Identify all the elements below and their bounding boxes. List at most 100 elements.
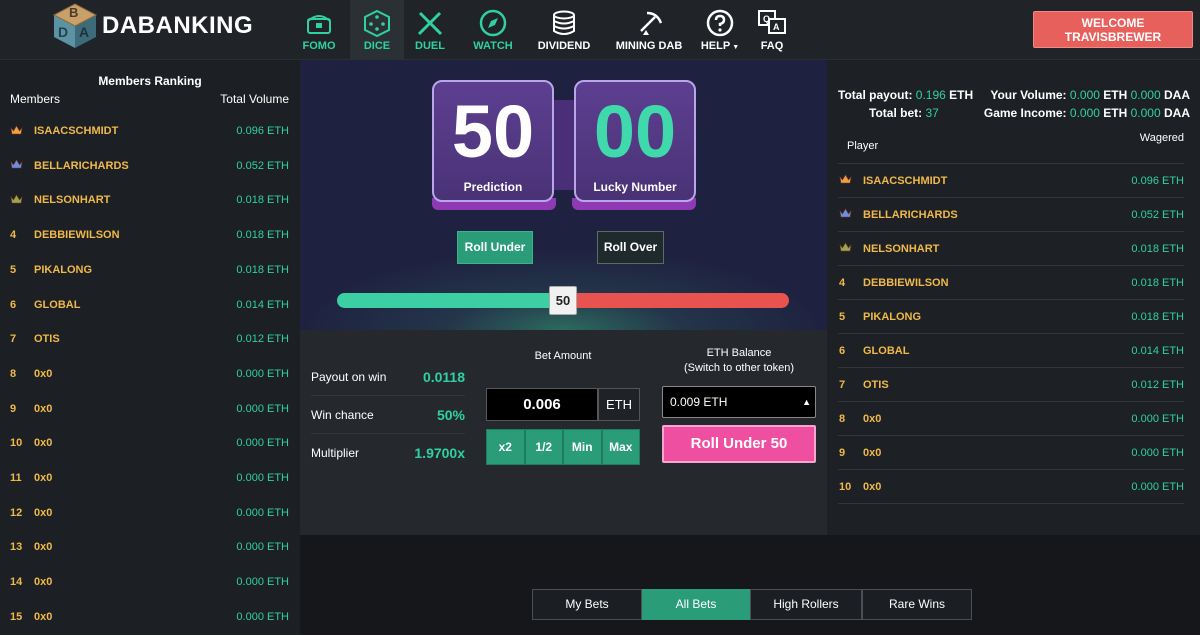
nav-help[interactable]: HELP ▼ bbox=[696, 0, 744, 60]
volume-value: 0.000 ETH bbox=[236, 506, 289, 519]
nav-duel[interactable]: DUEL bbox=[408, 0, 452, 60]
win-chance-row: Win chance 50% bbox=[311, 396, 465, 434]
player-name[interactable]: DEBBIEWILSON bbox=[34, 229, 236, 241]
half-bet-button[interactable]: 1/2 bbox=[524, 429, 563, 465]
bet-amount-input[interactable]: 0.006 bbox=[486, 388, 598, 421]
volume-value: 0.096 ETH bbox=[236, 125, 289, 137]
balance-label: ETH Balance (Switch to other token) bbox=[683, 347, 795, 374]
rank-number: 7 bbox=[10, 333, 17, 346]
player-name[interactable]: GLOBAL bbox=[863, 345, 1131, 357]
rank-number: 4 bbox=[839, 276, 846, 289]
player-name[interactable]: ISAACSCHMIDT bbox=[863, 175, 1131, 187]
tab-all-bets[interactable]: All Bets bbox=[642, 589, 750, 620]
ranking-row[interactable]: 13 0x0 0.000 ETH bbox=[10, 530, 289, 564]
ranking-row[interactable]: 10 0x0 0.000 ETH bbox=[10, 426, 289, 460]
player-name[interactable]: DEBBIEWILSON bbox=[863, 277, 1131, 289]
rank-number: 11 bbox=[10, 472, 22, 484]
brand-logo[interactable]: B D A DABANKING bbox=[52, 2, 253, 50]
ranking-row[interactable]: 12 0x0 0.000 ETH bbox=[10, 496, 289, 530]
win-chance-value: 50% bbox=[436, 406, 465, 423]
ranking-row[interactable]: 6 GLOBAL 0.014 ETH bbox=[838, 334, 1184, 368]
nav-dice[interactable]: DICE bbox=[350, 0, 404, 60]
player-name[interactable]: OTIS bbox=[863, 379, 1131, 391]
ranking-row[interactable]: NELSONHART 0.018 ETH bbox=[10, 183, 289, 217]
player-name[interactable]: 0x0 bbox=[34, 611, 236, 623]
prediction-label: Prediction bbox=[463, 180, 523, 194]
ranking-row[interactable]: 5 PIKALONG 0.018 ETH bbox=[10, 253, 289, 287]
ranking-row[interactable]: 8 0x0 0.000 ETH bbox=[838, 402, 1184, 436]
token-balance-select[interactable]: 0.009 ETH ▲ bbox=[662, 386, 816, 418]
ranking-row[interactable]: BELLARICHARDS 0.052 ETH bbox=[838, 198, 1184, 232]
lucky-number-label: Lucky Number bbox=[593, 180, 677, 194]
main-nav: FOMO DICE DUEL WATCH DIVIDEND MINING DAB… bbox=[296, 0, 792, 60]
rank-number: 4 bbox=[10, 229, 17, 242]
player-name[interactable]: PIKALONG bbox=[34, 264, 236, 276]
player-name[interactable]: 0x0 bbox=[34, 472, 236, 484]
prediction-slider-handle[interactable]: 50 bbox=[549, 286, 577, 315]
rank-number: 5 bbox=[10, 263, 17, 276]
tab-my-bets[interactable]: My Bets bbox=[532, 589, 642, 620]
nav-watch[interactable]: WATCH bbox=[468, 0, 518, 60]
player-name[interactable]: 0x0 bbox=[34, 576, 236, 588]
members-ranking-panel: Members Ranking Members Total Volume ISA… bbox=[0, 60, 300, 635]
roll-submit-button[interactable]: Roll Under 50 bbox=[662, 425, 816, 463]
player-name[interactable]: BELLARICHARDS bbox=[34, 160, 236, 172]
min-bet-button[interactable]: Min bbox=[563, 429, 602, 465]
player-name[interactable]: NELSONHART bbox=[863, 243, 1131, 255]
ranking-row[interactable]: NELSONHART 0.018 ETH bbox=[838, 232, 1184, 266]
player-name[interactable]: PIKALONG bbox=[863, 311, 1131, 323]
nav-dividend[interactable]: DIVIDEND bbox=[534, 0, 594, 60]
ranking-row[interactable]: 8 0x0 0.000 ETH bbox=[10, 357, 289, 391]
ranking-row[interactable]: ISAACSCHMIDT 0.096 ETH bbox=[838, 164, 1184, 198]
ranking-row[interactable]: ISAACSCHMIDT 0.096 ETH bbox=[10, 114, 289, 148]
rank-number: 12 bbox=[10, 506, 23, 519]
player-name[interactable]: 0x0 bbox=[34, 368, 236, 380]
double-bet-button[interactable]: x2 bbox=[486, 429, 525, 465]
player-name[interactable]: ISAACSCHMIDT bbox=[34, 125, 236, 137]
ranking-row[interactable]: 7 OTIS 0.012 ETH bbox=[10, 322, 289, 356]
ranking-row[interactable]: 4 DEBBIEWILSON 0.018 ETH bbox=[838, 266, 1184, 300]
ranking-row[interactable]: 15 0x0 0.000 ETH bbox=[10, 600, 289, 634]
rank-number: 8 bbox=[10, 367, 17, 380]
nav-faq[interactable]: QA FAQ bbox=[752, 0, 792, 60]
tab-rare-wins[interactable]: Rare Wins bbox=[862, 589, 972, 620]
tab-high-rollers[interactable]: High Rollers bbox=[750, 589, 862, 620]
welcome-user-button[interactable]: WELCOME TRAVISBREWER bbox=[1033, 11, 1193, 48]
player-name[interactable]: 0x0 bbox=[34, 507, 236, 519]
roll-over-toggle[interactable]: Roll Over bbox=[597, 231, 664, 264]
max-bet-button[interactable]: Max bbox=[601, 429, 640, 465]
player-name[interactable]: OTIS bbox=[34, 333, 236, 345]
player-name[interactable]: NELSONHART bbox=[34, 194, 236, 206]
ranking-row[interactable]: BELLARICHARDS 0.052 ETH bbox=[10, 149, 289, 183]
ranking-row[interactable]: 7 OTIS 0.012 ETH bbox=[838, 368, 1184, 402]
rank-number: 6 bbox=[10, 298, 17, 311]
player-name[interactable]: BELLARICHARDS bbox=[863, 209, 1131, 221]
ranking-row[interactable]: 5 PIKALONG 0.018 ETH bbox=[838, 300, 1184, 334]
nav-mining-dab[interactable]: MINING DAB bbox=[612, 0, 686, 60]
player-name[interactable]: 0x0 bbox=[34, 437, 236, 449]
chevron-down-icon: ▼ bbox=[732, 44, 740, 51]
total-payout: Total payout: 0.196 ETH bbox=[838, 88, 974, 102]
bets-summary-panel: Total payout: 0.196 ETH Total bet: 37 Yo… bbox=[827, 60, 1200, 535]
player-name[interactable]: 0x0 bbox=[863, 447, 1131, 459]
player-name[interactable]: 0x0 bbox=[863, 481, 1131, 493]
ranking-row[interactable]: 9 0x0 0.000 ETH bbox=[10, 392, 289, 426]
ranking-row[interactable]: 6 GLOBAL 0.014 ETH bbox=[10, 288, 289, 322]
brand-name: DABANKING bbox=[102, 12, 254, 39]
game-income: Game Income: 0.000 ETH 0.000 DAA bbox=[983, 106, 1190, 120]
player-name[interactable]: 0x0 bbox=[34, 541, 236, 553]
player-name[interactable]: 0x0 bbox=[34, 403, 236, 415]
volume-value: 0.014 ETH bbox=[236, 298, 289, 311]
roll-under-toggle[interactable]: Roll Under bbox=[457, 231, 533, 264]
payout-on-win-label: Payout on win bbox=[311, 369, 387, 384]
prediction-value: 50 bbox=[451, 90, 535, 173]
ranking-row[interactable]: 9 0x0 0.000 ETH bbox=[838, 436, 1184, 470]
player-name[interactable]: 0x0 bbox=[863, 413, 1131, 425]
player-name[interactable]: GLOBAL bbox=[34, 299, 236, 311]
ranking-row[interactable]: 4 DEBBIEWILSON 0.018 ETH bbox=[10, 218, 289, 252]
ranking-row[interactable]: 10 0x0 0.000 ETH bbox=[838, 470, 1184, 504]
ranking-row[interactable]: 11 0x0 0.000 ETH bbox=[10, 461, 289, 495]
win-chance-label: Win chance bbox=[311, 407, 374, 422]
nav-fomo[interactable]: FOMO bbox=[296, 0, 342, 60]
ranking-row[interactable]: 14 0x0 0.000 ETH bbox=[10, 565, 289, 599]
